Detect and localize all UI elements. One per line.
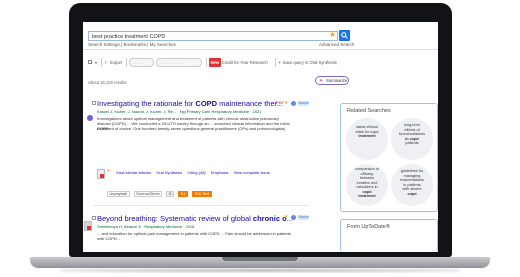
source-badge: Source <box>298 215 309 220</box>
bookmark-star-icon[interactable]: ★ <box>284 101 288 106</box>
credit-research-link[interactable]: New Credit for Your Research <box>209 58 268 67</box>
related-search-chip[interactable]: latest clinical trials for copd treatmen… <box>346 118 388 160</box>
result-snippet-line: treatment of choice. One hundred twenty-… <box>97 126 286 131</box>
result-title[interactable]: Beyond breathing: Systematic review of g… <box>97 214 293 223</box>
result-thumbnail <box>84 221 92 231</box>
result-actions: View similar articles Oral Synthesis Cit… <box>116 170 274 175</box>
view-similar-link[interactable]: View similar articles <box>116 170 151 175</box>
sparkle-icon: ✦ <box>278 60 282 65</box>
toolbar-separator <box>126 58 127 67</box>
source-dot-icon <box>291 101 296 106</box>
save-oral-synthesis-link[interactable]: ✦ Save query in Oral Synthesis <box>278 58 337 67</box>
result-title[interactable]: Investigating the rationale for COPD mai… <box>97 99 283 108</box>
toolbar-separator <box>206 58 207 67</box>
related-search-chip[interactable]: long-term effects of bronchodilators in … <box>391 118 433 160</box>
pdf-thumbnail-icon[interactable] <box>97 169 105 179</box>
result-meta: Kaszei J, Kozler, J, Naurai, J, Kozler, … <box>97 109 262 114</box>
source-dot-icon <box>291 215 296 220</box>
result-item: Investigating the rationale for COPD mai… <box>87 99 309 209</box>
advanced-search-link[interactable]: Advanced Search <box>319 42 355 47</box>
emphasis-link[interactable]: Emphasis <box>211 170 229 175</box>
export-button[interactable]: Export <box>110 58 122 67</box>
citing-link[interactable]: Citing (48) <box>187 170 205 175</box>
related-search-chip[interactable]: comparison of efficacy between inhalers … <box>346 164 388 206</box>
ill-link[interactable]: ILL <box>178 191 189 197</box>
full-text-link[interactable]: Full Text <box>192 191 212 197</box>
result-divider <box>93 205 308 206</box>
toolbar-option-2[interactable]: ················ <box>156 58 202 67</box>
related-search-chip[interactable]: guidelines for managing exacerbations in… <box>391 164 433 206</box>
star-icon[interactable]: ★ <box>329 30 336 40</box>
new-badge: New <box>209 58 221 67</box>
result-checkbox[interactable] <box>92 101 96 105</box>
toolbar-option-1[interactable]: ········ <box>129 58 154 67</box>
source-badge: Source <box>298 101 309 106</box>
sparkle-icon: ✦ <box>319 77 324 84</box>
toolbar-separator <box>101 58 102 67</box>
header-divider <box>83 49 438 50</box>
laptop-notch <box>222 257 298 261</box>
sciencedirect-link[interactable]: ScienceDirect <box>133 191 163 197</box>
magnifier-icon <box>341 32 348 39</box>
view-issue-link[interactable]: View complete issue <box>234 170 270 175</box>
result-item: Beyond breathing: Systematic review of g… <box>84 214 309 252</box>
result-snippet-line: with COPD... <box>97 236 121 241</box>
uptodate-heading: From UpToDate® <box>347 224 390 230</box>
laptop-shadow <box>60 268 460 273</box>
pdf-icon[interactable]: PDF <box>276 100 284 105</box>
google-link[interactable]: G <box>166 191 175 197</box>
oral-synthesis-badge[interactable] <box>87 115 93 121</box>
toolbar-separator <box>275 58 276 67</box>
uptodate-panel: From UpToDate® <box>340 219 438 252</box>
cite-icon[interactable]: ❝ <box>107 169 110 175</box>
summarize-button[interactable]: ✦ Summarize <box>315 76 349 85</box>
settings-links[interactable]: Search Settings | Bookmarks | My Searche… <box>88 42 176 47</box>
dropdown-arrow-icon[interactable]: ▾ <box>95 58 97 67</box>
bookmark-star-icon[interactable]: ★ <box>284 215 288 220</box>
search-input[interactable]: best practice treatment COPD <box>88 31 338 41</box>
search-button[interactable] <box>339 30 350 41</box>
results-count: About 16,100 results <box>88 80 127 85</box>
select-all-checkbox[interactable] <box>88 60 92 64</box>
access-links: Unpaywall ScienceDirect G ILL Full Text <box>107 191 215 197</box>
related-searches-panel: Related Searches latest clinical trials … <box>340 103 438 212</box>
oral-synthesis-link[interactable]: Oral Synthesis <box>156 170 182 175</box>
laptop-mockup: best practice treatment COPD ★ Search Se… <box>0 0 520 277</box>
result-checkbox[interactable] <box>92 216 96 220</box>
screen: best practice treatment COPD ★ Search Se… <box>83 22 438 252</box>
result-meta: Sheikhboya H, Aldavol S · Respiratory Me… <box>97 224 195 229</box>
unpaywall-link[interactable]: Unpaywall <box>107 191 130 197</box>
export-icon: ⇪ <box>104 60 108 65</box>
related-searches-heading: Related Searches <box>347 108 391 114</box>
